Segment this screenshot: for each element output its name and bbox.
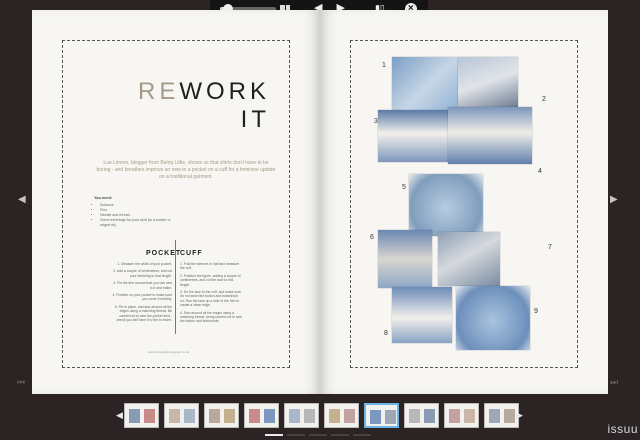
photo-number: 3 — [374, 118, 378, 125]
photo-number: 6 — [370, 234, 374, 241]
step-text: 2. Add a couple of centimetres, and cut … — [113, 269, 172, 278]
materials-list: You need: Scissors Pins Needle and threa… — [94, 196, 174, 228]
photo-number: 5 — [402, 184, 406, 191]
page-thumbnail[interactable] — [324, 403, 359, 428]
pager-dot[interactable] — [353, 434, 371, 436]
right-page[interactable]: 1 2 3 4 5 6 7 8 9 — [320, 10, 608, 394]
column-divider — [175, 240, 176, 334]
magazine-spread[interactable]: REWORK IT Lue Limem, blogger from Being … — [32, 10, 608, 394]
title-line2: IT — [240, 106, 270, 133]
prev-page-arrow[interactable]: ◀ — [18, 194, 26, 205]
page-thumbnail[interactable] — [484, 403, 519, 428]
pocket-steps: 1. Measure the width of your pocket. 2. … — [110, 262, 172, 325]
step-text: 1. Fold the sleeves in half and measure … — [180, 262, 240, 271]
title-word: WORK — [179, 78, 270, 105]
first-page-icon[interactable]: ⏮ — [17, 377, 25, 388]
page-thumbnail[interactable] — [244, 403, 279, 428]
page-thumbnail[interactable] — [364, 403, 399, 428]
photo-number: 9 — [534, 308, 538, 315]
left-page[interactable]: REWORK IT Lue Limem, blogger from Being … — [32, 10, 320, 394]
step-text: 1. Measure the width of your pocket. — [117, 262, 172, 266]
page-thumbnail[interactable] — [284, 403, 319, 428]
thumbnail-strip: ◀ ▶ issuu — [0, 400, 640, 440]
material-item: Some trimmings for your shirt (to a bord… — [100, 218, 174, 228]
intro-paragraph: Lue Limem, blogger from Being Little, sh… — [96, 160, 276, 180]
photo-shirt-hanger — [409, 174, 483, 236]
photo-number: 2 — [542, 96, 546, 103]
pager-dot[interactable] — [265, 434, 283, 436]
photo-lace-trim — [448, 107, 532, 164]
photo-cuff — [378, 230, 432, 288]
cuff-steps: 1. Fold the sleeves in half and measure … — [180, 262, 242, 327]
photo-shirt-buttons — [392, 57, 458, 110]
step-text: 2. Position the figure, adding a couple … — [180, 273, 241, 287]
photo-number: 8 — [384, 330, 388, 337]
photo-cutting-lace — [458, 57, 518, 107]
page-title: REWORK IT — [138, 78, 270, 134]
title-accent: RE — [137, 78, 180, 105]
photo-finished-cuff — [392, 287, 452, 343]
thumbnails-next-arrow[interactable]: ▶ — [516, 410, 523, 421]
thumbnails-prev-arrow[interactable]: ◀ — [116, 410, 123, 421]
page-thumbnail[interactable] — [164, 403, 199, 428]
pager-dot[interactable] — [287, 434, 305, 436]
next-page-arrow[interactable]: ▶ — [610, 194, 618, 205]
photo-finished-shirt — [456, 286, 530, 350]
cuff-heading: CUFF — [180, 250, 203, 257]
step-text: 3. Do the lace to the cuff, and make sur… — [180, 290, 242, 308]
photo-lace-strip — [378, 110, 448, 162]
photo-sewing — [438, 232, 500, 286]
pager-dot[interactable] — [309, 434, 327, 436]
page-thumbnail[interactable] — [444, 403, 479, 428]
step-text: 4. Position on your pocket to make sure … — [112, 293, 172, 302]
page-thumbnail[interactable] — [124, 403, 159, 428]
pager-dot[interactable] — [331, 434, 349, 436]
page-thumbnail[interactable] — [204, 403, 239, 428]
last-page-icon[interactable]: ⏭ — [610, 377, 618, 388]
step-text: 4. Sew around all the edges using a matc… — [180, 310, 243, 324]
credit-url: www.being-little.blogspot.co.uk — [148, 350, 190, 354]
page-thumbnail[interactable] — [404, 403, 439, 428]
step-text: 3. Pin the trim around that you can sew … — [113, 281, 172, 290]
photo-number: 4 — [538, 168, 542, 175]
materials-title: You need: — [94, 196, 113, 200]
strip-pager[interactable] — [265, 434, 371, 436]
issuu-logo: issuu — [607, 422, 638, 436]
photo-number: 7 — [548, 244, 552, 251]
photo-number: 1 — [382, 62, 386, 69]
step-text: 5. Pin in place, and sew around all the … — [114, 304, 172, 323]
